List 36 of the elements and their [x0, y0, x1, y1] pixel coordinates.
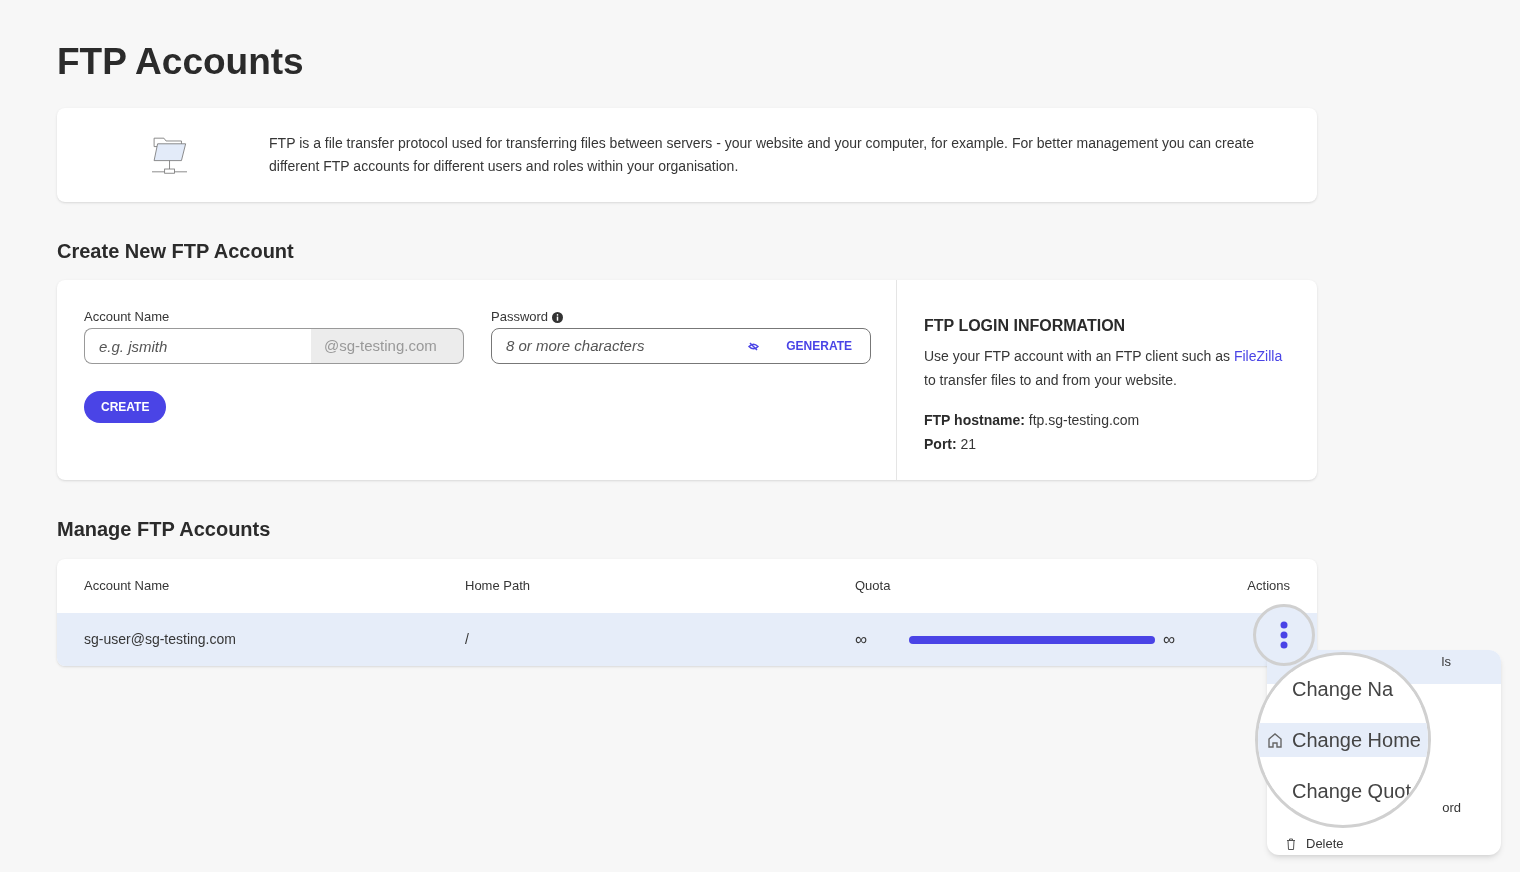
password-input[interactable]: 8 or more characters — [492, 334, 749, 358]
menu-item-label: Delete — [1306, 835, 1344, 854]
magnified-label: Change Na — [1292, 677, 1394, 702]
table-cell-text: / — [465, 630, 470, 649]
magnified-menu-item[interactable]: Change Home — [1258, 723, 1428, 757]
generate-button[interactable]: GENERATE — [786, 337, 852, 355]
filezilla-link[interactable]: FileZilla — [1233, 348, 1283, 364]
quota-total: ∞ — [1163, 628, 1176, 651]
section-heading: Create New FTP Account — [57, 239, 295, 264]
info-icon[interactable] — [552, 311, 564, 323]
page-title: FTP Accounts — [57, 40, 305, 84]
password-field[interactable]: 8 or more characters GENERATE — [491, 328, 871, 364]
quota-used: ∞ — [855, 628, 869, 651]
magnified-label: Change Quot — [1292, 779, 1411, 804]
login-detail: FTP hostname: ftp.sg-testing.com — [924, 411, 1141, 430]
eye-hidden-icon[interactable] — [748, 341, 760, 351]
field-label: Password — [491, 308, 549, 327]
field-label: Account Name — [84, 308, 171, 326]
magnified-label: Change Home — [1292, 728, 1421, 753]
trash-icon — [1286, 838, 1296, 850]
create-button[interactable]: CREATE — [84, 391, 167, 423]
login-info-heading: FTP LOGIN INFORMATION — [924, 316, 1127, 336]
section-heading: Manage FTP Accounts — [57, 517, 272, 542]
column-header: Actions — [1247, 577, 1290, 596]
house-icon — [1267, 732, 1283, 748]
menu-item-label: ls — [1441, 653, 1451, 671]
column-header: Quota — [855, 577, 892, 596]
login-info-text: Use your FTP account with an FTP client such as FileZilla to transfer files to and from your website. — [924, 347, 1284, 390]
column-header: Home Path — [465, 577, 532, 596]
table-cell-text: sg-user@sg-testing.com — [84, 630, 237, 649]
kebab-menu-icon[interactable] — [1280, 621, 1288, 649]
column-header: Account Name — [84, 577, 171, 596]
menu-item[interactable]: ord — [1442, 797, 1461, 817]
menu-item[interactable]: Delete — [1267, 827, 1501, 861]
intro-text: FTP is a file transfer protocol used for transferring files between servers - your website and your computer, for example. For better management you can create different FTP accounts for different users and roles within your organisation. — [269, 134, 1255, 176]
login-detail: Port: 21 — [924, 435, 978, 454]
